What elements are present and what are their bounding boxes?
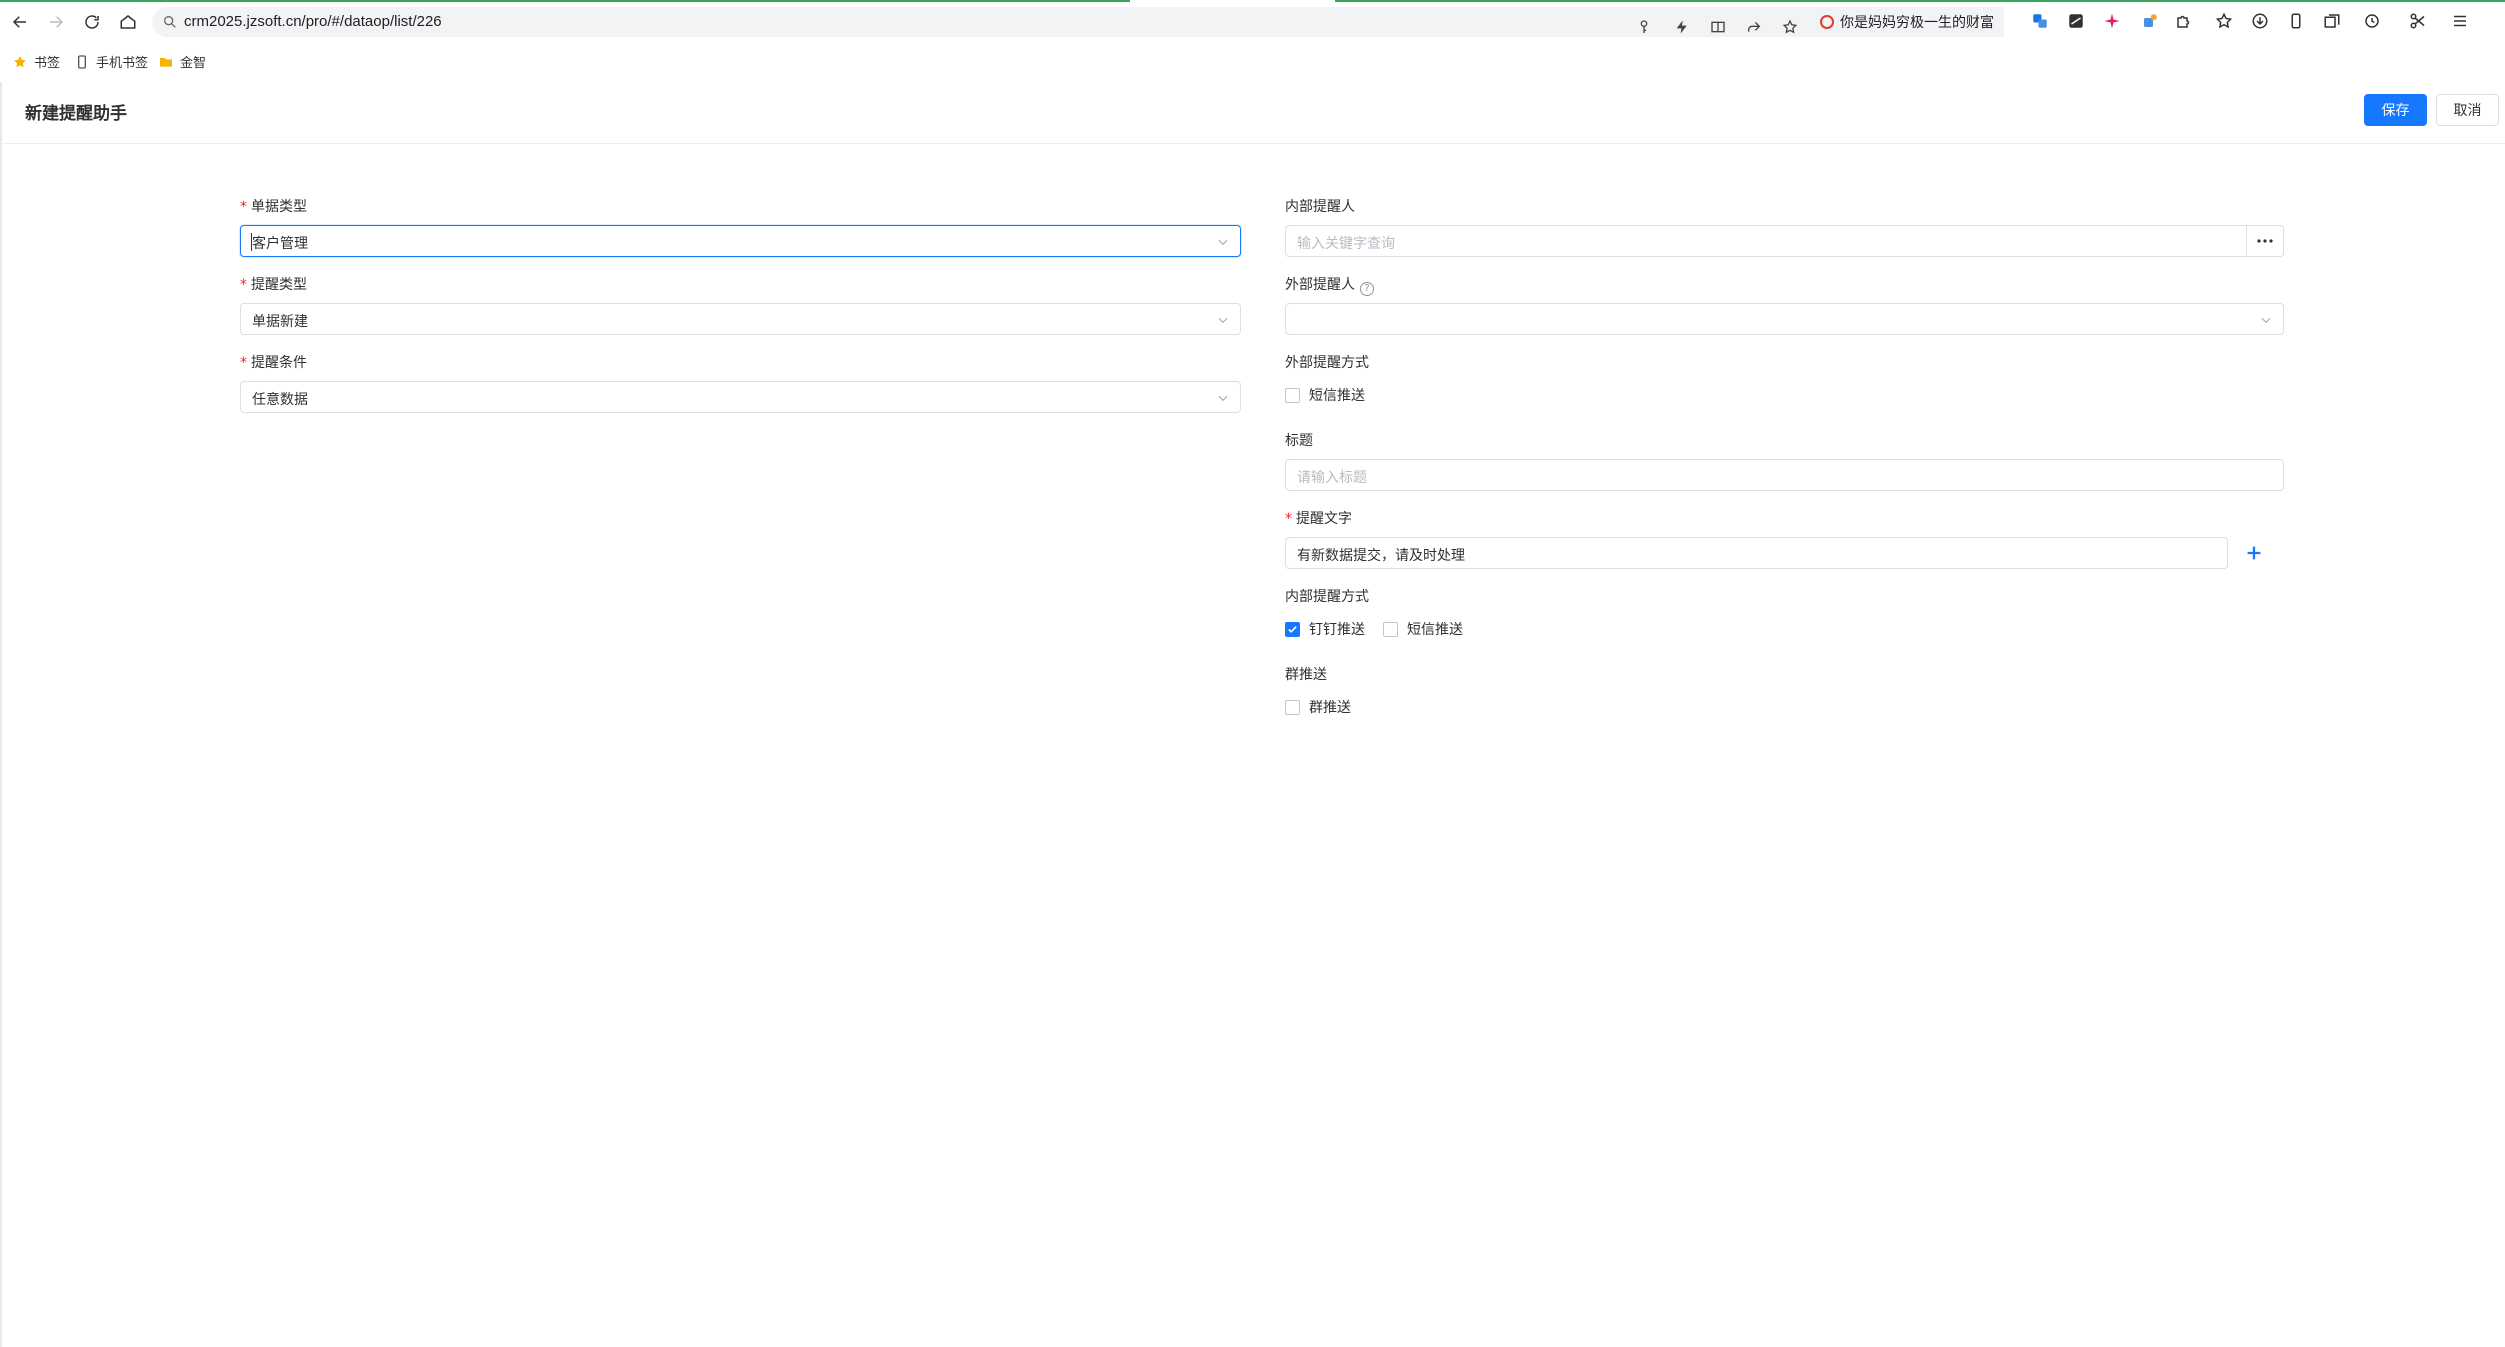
checkbox-box[interactable] bbox=[1285, 621, 1300, 637]
search-promo[interactable]: 你是妈妈穷极一生的财富 bbox=[1810, 7, 2004, 37]
download-icon[interactable] bbox=[2248, 9, 2272, 33]
checkbox-box[interactable] bbox=[1285, 699, 1300, 715]
checkbox-box[interactable] bbox=[1383, 621, 1398, 637]
reload-icon[interactable] bbox=[78, 8, 106, 36]
search-icon bbox=[164, 15, 176, 28]
remind-text-input[interactable]: 有新数据提交，请及时处理 bbox=[1285, 537, 2228, 569]
lightning-icon[interactable] bbox=[1670, 15, 1694, 39]
internal-reminder-input[interactable]: 输入关键字查询 bbox=[1285, 225, 2247, 257]
translate-icon[interactable] bbox=[2028, 9, 2052, 33]
sms-push-checkbox[interactable]: 短信推送 bbox=[1285, 385, 1365, 405]
promo-text: 你是妈妈穷极一生的财富 bbox=[1840, 15, 1994, 31]
external-method-group: 短信推送 bbox=[1285, 385, 1383, 405]
history-icon[interactable] bbox=[2360, 9, 2384, 33]
remind-condition-label: * 提醒条件 bbox=[240, 355, 307, 371]
browser-toolbar: crm2025.jzsoft.cn/pro/#/dataop/list/226 … bbox=[0, 0, 2505, 82]
chevron-down-icon bbox=[2261, 317, 2271, 324]
add-icon[interactable] bbox=[2243, 542, 2265, 564]
sparkle-icon[interactable] bbox=[2100, 9, 2124, 33]
group-push-checkbox[interactable]: 群推送 bbox=[1285, 697, 1351, 717]
sogou-icon bbox=[1820, 15, 1834, 29]
page-title: 新建提醒助手 bbox=[25, 104, 127, 124]
bookmarks-bar: 书签 手机书签 金智 bbox=[0, 48, 2505, 74]
doc-type-label: * 单据类型 bbox=[240, 199, 307, 215]
bookmark-star-icon[interactable] bbox=[1778, 15, 1802, 39]
url-text[interactable]: crm2025.jzsoft.cn/pro/#/dataop/list/226 bbox=[184, 13, 442, 30]
window-icon[interactable] bbox=[2320, 9, 2344, 33]
folder-icon bbox=[160, 57, 172, 67]
phone-icon bbox=[78, 54, 86, 69]
internal-method-group: 钉钉推送 短信推送 bbox=[1285, 619, 1481, 639]
group-push-label: 群推送 bbox=[1285, 667, 1327, 683]
app-content: 新建提醒助手 保存 取消 * 单据类型 客户管理 * 提醒类型 单据新建 * 提醒条件… bbox=[0, 82, 2505, 1347]
checkbox-box[interactable] bbox=[1285, 387, 1300, 403]
group-push-group: 群推送 bbox=[1285, 697, 1369, 717]
share-icon[interactable] bbox=[1742, 15, 1766, 39]
menu-icon[interactable] bbox=[2448, 9, 2472, 33]
remind-text-label: * 提醒文字 bbox=[1285, 511, 1352, 527]
external-method-label: 外部提醒方式 bbox=[1285, 355, 1369, 371]
save-button[interactable]: 保存 bbox=[2364, 94, 2427, 126]
more-button[interactable] bbox=[2247, 225, 2284, 257]
home-icon[interactable] bbox=[114, 8, 142, 36]
remind-condition-select[interactable]: 任意数据 bbox=[240, 381, 1241, 413]
reader-icon[interactable] bbox=[1706, 15, 1730, 39]
internal-reminder-label: 内部提醒人 bbox=[1285, 199, 1355, 215]
chevron-down-icon bbox=[1218, 317, 1228, 324]
page-header: 新建提醒助手 保存 取消 bbox=[2, 82, 2505, 144]
external-reminder-select[interactable] bbox=[1285, 303, 2284, 335]
doc-type-select[interactable]: 客户管理 bbox=[240, 225, 1241, 257]
extension-dark-icon[interactable] bbox=[2064, 9, 2088, 33]
page-load-indicator bbox=[0, 0, 2505, 2]
scissors-icon[interactable] bbox=[2406, 9, 2430, 33]
star-icon bbox=[14, 55, 26, 67]
ellipsis-icon bbox=[2257, 239, 2273, 243]
chevron-down-icon bbox=[1218, 395, 1228, 402]
mobile-icon[interactable] bbox=[2284, 9, 2308, 33]
extension-blue-icon[interactable] bbox=[2138, 9, 2162, 33]
bookmark-item[interactable]: 手机书签 bbox=[74, 52, 148, 71]
check-icon bbox=[1288, 625, 1297, 633]
bookmark-item[interactable]: 书签 bbox=[12, 52, 60, 71]
title-input[interactable]: 请输入标题 bbox=[1285, 459, 2284, 491]
dingtalk-push-checkbox[interactable]: 钉钉推送 bbox=[1285, 619, 1365, 639]
internal-method-label: 内部提醒方式 bbox=[1285, 589, 1369, 605]
help-icon[interactable]: ? bbox=[1360, 282, 1374, 296]
title-label: 标题 bbox=[1285, 433, 1313, 449]
remind-type-select[interactable]: 单据新建 bbox=[240, 303, 1241, 335]
forward-icon[interactable] bbox=[42, 8, 70, 36]
back-icon[interactable] bbox=[6, 8, 34, 36]
address-bar[interactable]: crm2025.jzsoft.cn/pro/#/dataop/list/226 bbox=[152, 7, 1942, 37]
chevron-down-icon bbox=[1218, 239, 1228, 246]
bookmark-item[interactable]: 金智 bbox=[158, 52, 206, 71]
key-icon[interactable] bbox=[1632, 15, 1656, 39]
puzzle-icon[interactable] bbox=[2172, 9, 2196, 33]
favorites-icon[interactable] bbox=[2212, 9, 2236, 33]
external-reminder-label: 外部提醒人? bbox=[1285, 274, 1374, 296]
cancel-button[interactable]: 取消 bbox=[2436, 94, 2499, 126]
remind-type-label: * 提醒类型 bbox=[240, 277, 307, 293]
sms-push-checkbox[interactable]: 短信推送 bbox=[1383, 619, 1463, 639]
